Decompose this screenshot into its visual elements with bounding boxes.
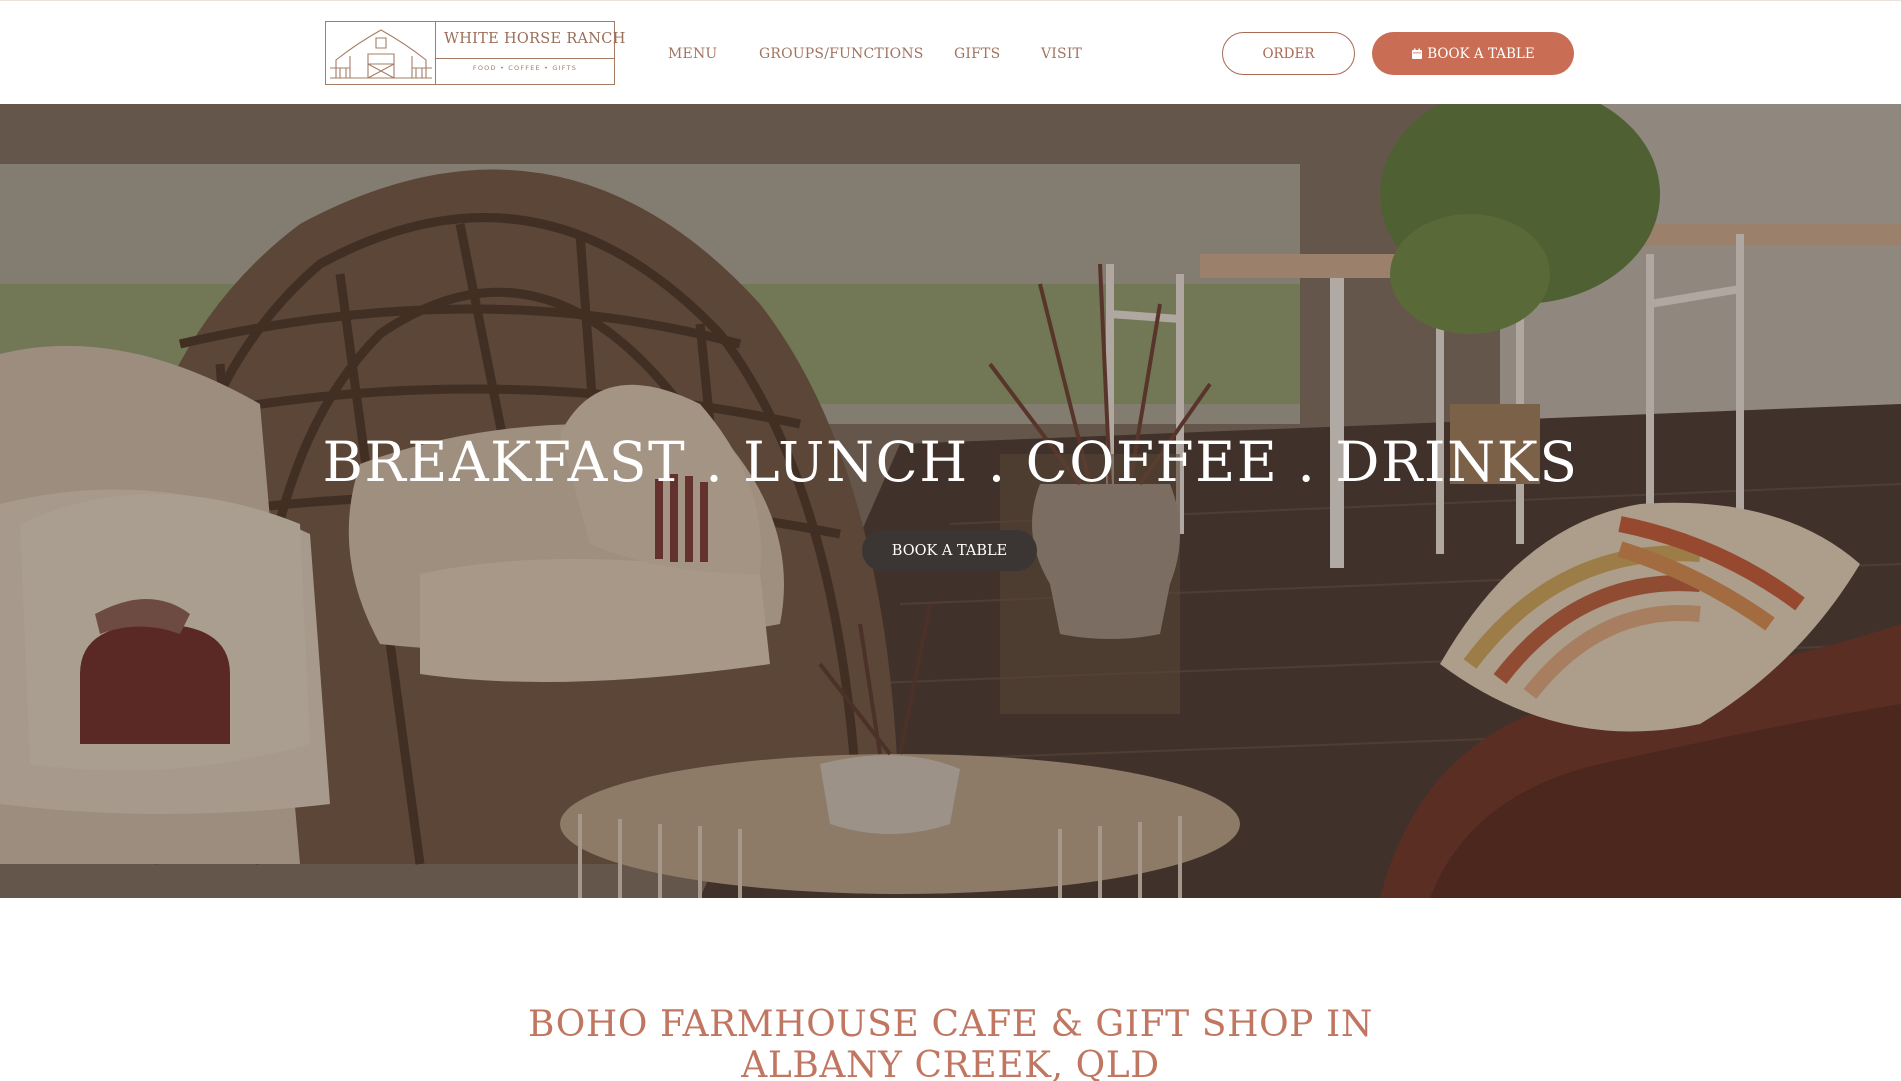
book-table-button[interactable]: BOOK A TABLE	[1372, 32, 1574, 75]
logo-tagline: FOOD • COFFEE • GIFTS	[472, 64, 578, 72]
site-header: WHITE HORSE RANCH FOOD • COFFEE • GIFTS …	[0, 0, 1901, 104]
order-button-label: ORDER	[1262, 45, 1315, 62]
intro-heading: BOHO FARMHOUSE CAFE & GIFT SHOP IN ALBAN…	[0, 1004, 1901, 1081]
hero-overlay	[0, 104, 1901, 898]
order-button[interactable]: ORDER	[1222, 32, 1355, 75]
hero-title: BREAKFAST . LUNCH . COFFEE . DRINKS	[322, 430, 1579, 494]
intro-heading-line-1: BOHO FARMHOUSE CAFE & GIFT SHOP IN	[528, 1004, 1373, 1045]
calendar-icon	[1412, 48, 1423, 59]
site-logo[interactable]: WHITE HORSE RANCH FOOD • COFFEE • GIFTS	[325, 21, 626, 85]
nav-item-groups-functions[interactable]: GROUPS/FUNCTIONS	[759, 46, 924, 62]
nav-item-menu[interactable]: MENU	[668, 46, 717, 62]
book-table-button-label: BOOK A TABLE	[1427, 45, 1535, 62]
barn-icon	[326, 22, 436, 84]
nav-item-gifts[interactable]: GIFTS	[954, 46, 1000, 62]
hero-section: BREAKFAST . LUNCH . COFFEE . DRINKS BOOK…	[0, 104, 1901, 898]
logo-divider	[436, 58, 614, 59]
logo-brand-text: WHITE HORSE RANCH	[444, 31, 626, 47]
nav-item-visit[interactable]: VISIT	[1041, 46, 1082, 62]
hero-book-table-button[interactable]: BOOK A TABLE	[862, 530, 1037, 571]
intro-heading-line-2: ALBANY CREEK, QLD	[741, 1045, 1160, 1081]
hero-book-table-button-label: BOOK A TABLE	[891, 542, 1008, 559]
